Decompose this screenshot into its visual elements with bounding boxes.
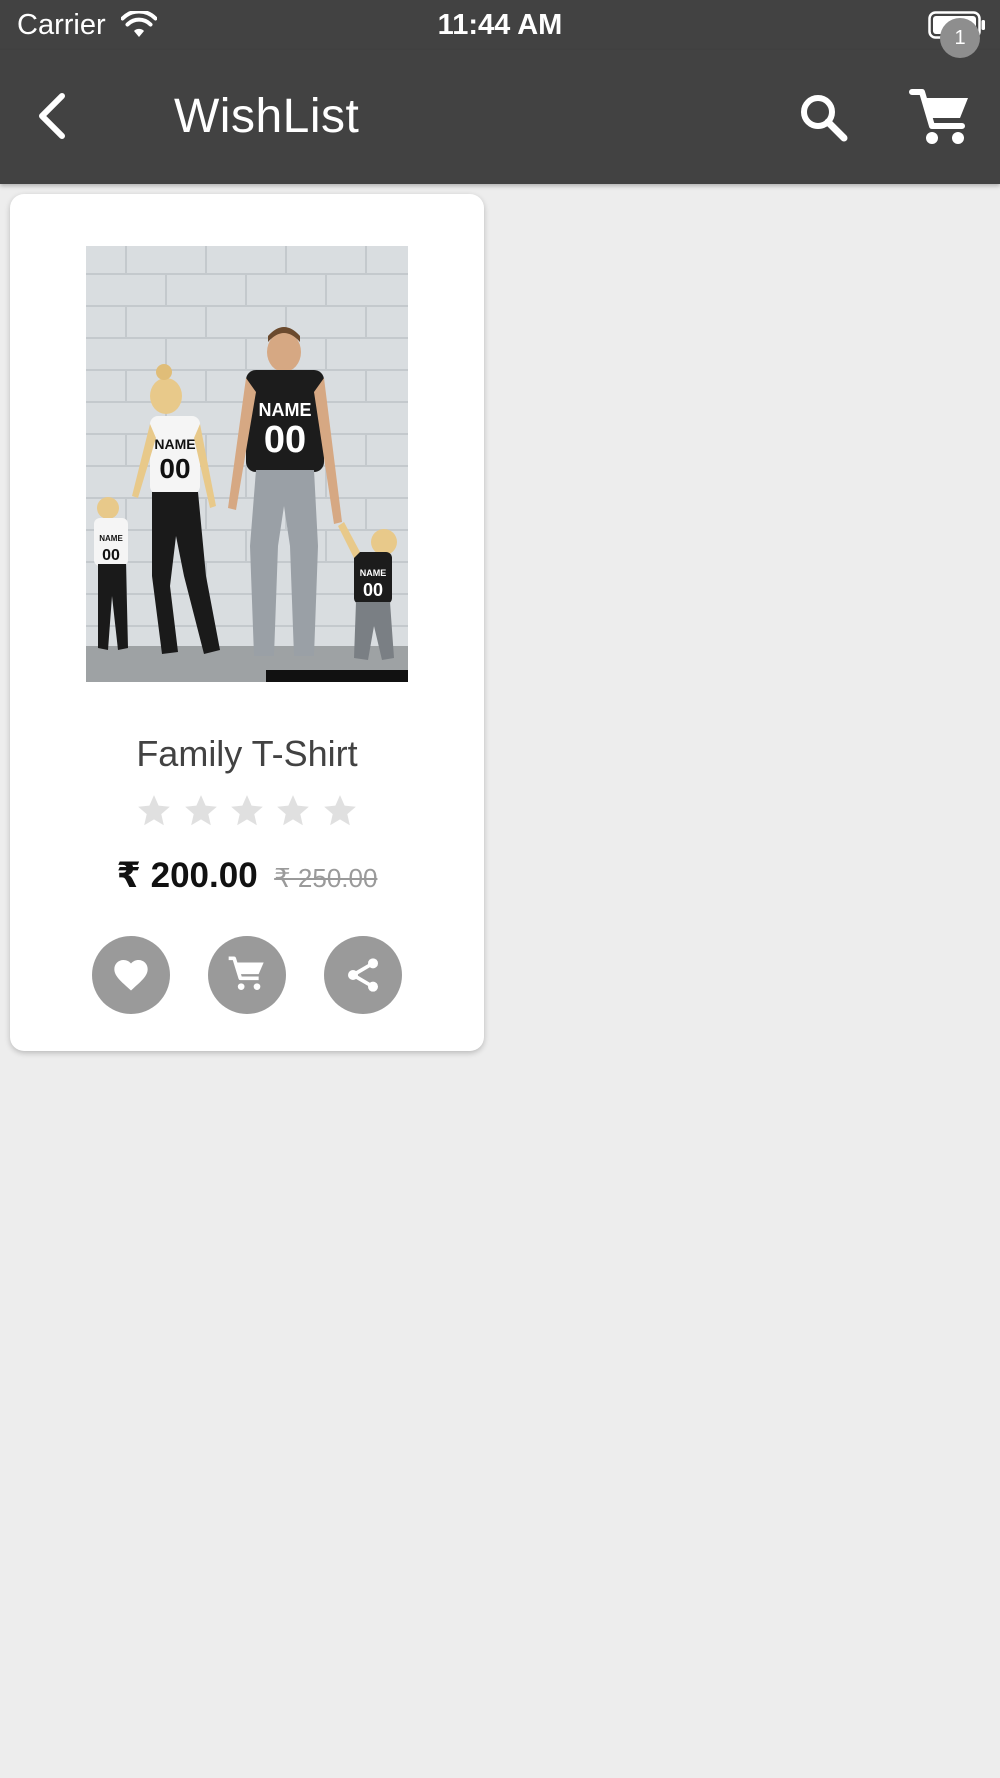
star-icon [277,795,310,826]
app-bar: WishList [0,50,1000,184]
wishlist-toggle-button[interactable] [92,936,170,1014]
svg-text:00: 00 [159,453,190,484]
cart-button[interactable] [908,86,974,150]
product-price: ₹ 200.00 [116,856,258,895]
svg-text:NAME: NAME [259,400,312,420]
svg-text:00: 00 [264,419,306,461]
back-button[interactable] [28,86,80,146]
add-to-cart-button[interactable] [208,936,286,1014]
price-row: ₹ 200.00 ₹ 250.00 [10,856,484,896]
product-original-price: ₹ 250.00 [274,863,378,893]
share-button[interactable] [324,936,402,1014]
page-title: WishList [174,90,360,143]
search-button[interactable] [796,90,852,146]
svg-text:NAME: NAME [360,568,387,578]
share-icon [348,958,378,992]
star-icon [184,795,217,826]
search-icon [801,95,848,142]
status-time: 11:44 AM [437,9,563,41]
star-icon [324,795,356,826]
svg-text:00: 00 [102,547,120,564]
star-icon [138,795,170,826]
star-icon [231,795,263,826]
svg-text:NAME: NAME [99,534,123,543]
chevron-left-icon [39,93,65,139]
cart-icon [228,956,264,990]
cart-count-badge: 1 [940,18,980,58]
svg-text:NAME: NAME [154,436,195,452]
product-rating[interactable] [10,792,484,835]
wishlist-product-card[interactable]: NAME 00 NAME 00 NAME 00 NAME 00 Family T… [10,194,484,1051]
product-image[interactable]: NAME 00 NAME 00 NAME 00 NAME 00 [86,246,408,682]
cart-icon [909,89,968,144]
product-name[interactable]: Family T-Shirt [10,732,484,776]
status-bar: Carrier 11:44 AM [0,0,1000,50]
wishlist-screen: Carrier 11:44 AM WishList 1 NAME 00 NAME… [0,0,1000,1778]
svg-text:00: 00 [363,580,383,600]
heart-icon [114,960,148,991]
